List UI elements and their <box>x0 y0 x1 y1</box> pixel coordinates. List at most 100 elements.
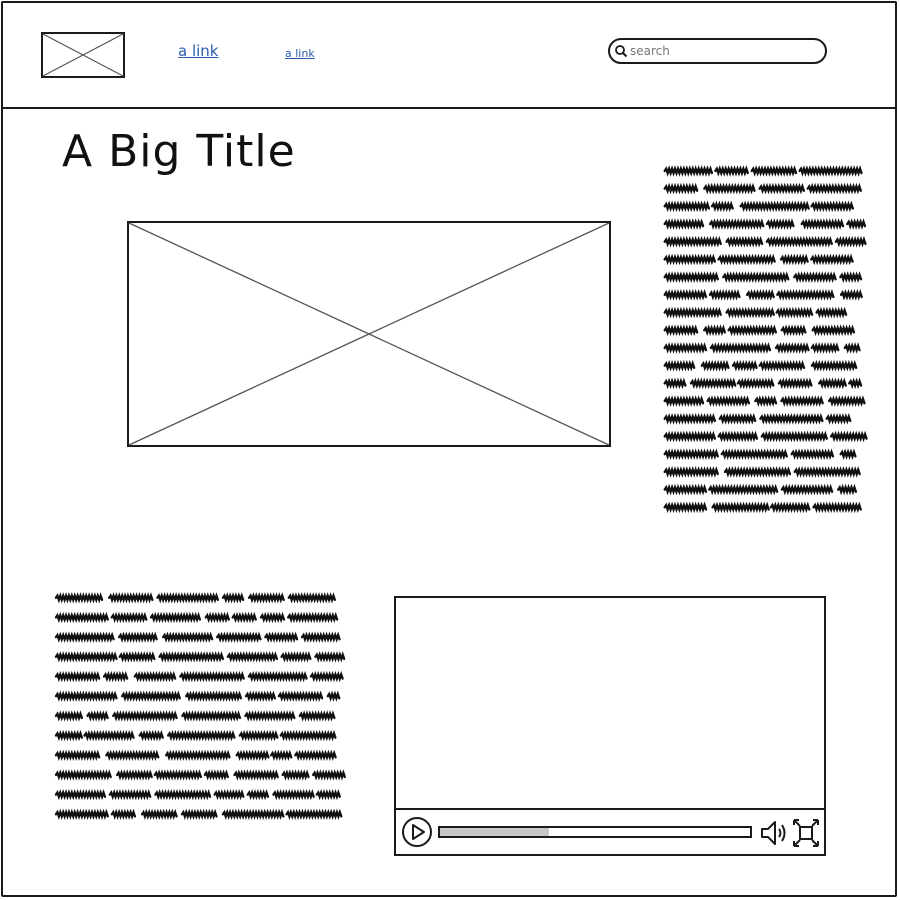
search-input[interactable] <box>628 41 820 61</box>
scribble-word <box>54 690 118 702</box>
scribble-word <box>827 395 866 407</box>
sidebar-text-block <box>663 165 868 514</box>
scribble-word <box>765 235 833 248</box>
scribble-word <box>780 395 824 407</box>
scribble-word <box>710 200 734 213</box>
scribble-word <box>745 289 775 301</box>
scribble-word <box>708 289 741 301</box>
scribble-word <box>706 395 751 407</box>
scribble-word <box>280 651 312 663</box>
scribble-word <box>83 729 135 742</box>
scribble-word <box>846 218 867 230</box>
scribble-word <box>718 412 757 425</box>
scribble-word <box>825 412 852 425</box>
scribble-word <box>244 710 296 722</box>
volume-icon[interactable] <box>759 818 789 848</box>
scribble-word <box>714 165 749 177</box>
scribble-word <box>711 501 770 514</box>
scribble-word <box>703 182 756 195</box>
search-icon <box>615 45 628 58</box>
search-box[interactable] <box>608 38 827 64</box>
scribble-word <box>309 670 344 683</box>
scribble-word <box>231 611 257 624</box>
scribble-word <box>166 729 236 742</box>
scribble-word <box>663 324 699 337</box>
scribble-word <box>663 218 705 230</box>
scribble-word <box>727 324 778 337</box>
scribble-word <box>663 448 719 461</box>
scribble-word <box>314 651 346 663</box>
scribble-word <box>180 808 218 820</box>
scribble-word <box>118 631 158 643</box>
scribble-word <box>700 359 730 372</box>
scribble-word <box>213 788 245 801</box>
scribble-word <box>54 651 118 663</box>
scribble-word <box>800 218 845 230</box>
video-player[interactable] <box>394 596 826 856</box>
scribble-word <box>54 710 84 722</box>
scribble-word <box>663 289 708 301</box>
scribble-word <box>722 271 790 283</box>
scribble-word <box>663 377 687 390</box>
scribble-word <box>663 466 719 478</box>
nav-link-1[interactable]: a link <box>178 42 219 60</box>
scribble-word <box>777 377 813 390</box>
scribble-word <box>815 306 848 319</box>
scribble-word <box>663 271 719 283</box>
scribble-word <box>769 501 811 514</box>
scribble-word <box>663 342 708 354</box>
scribble-word <box>118 651 156 663</box>
logo-placeholder-icon <box>41 32 125 78</box>
scribble-word <box>216 631 262 643</box>
scribble-word <box>279 729 337 742</box>
scribble-word <box>272 788 315 801</box>
scribble-word <box>739 200 810 213</box>
scribble-word <box>54 592 104 604</box>
fullscreen-icon[interactable] <box>793 819 819 847</box>
scribble-word <box>298 710 336 722</box>
scribble-word <box>287 611 339 624</box>
scribble-word <box>810 200 855 213</box>
progress-fill <box>440 828 549 836</box>
scribble-word <box>311 769 346 781</box>
scribble-word <box>269 749 293 761</box>
scribble-word <box>760 430 828 443</box>
scribble-word <box>133 670 177 683</box>
scribble-word <box>285 808 343 820</box>
scribble-word <box>837 483 858 496</box>
scribble-word <box>112 710 178 722</box>
progress-bar[interactable] <box>438 826 752 838</box>
scribble-word <box>810 359 858 372</box>
scribble-word <box>315 788 341 801</box>
scribble-word <box>54 631 115 643</box>
scribble-word <box>54 611 109 624</box>
scribble-word <box>54 729 84 742</box>
scribble-word <box>259 611 286 624</box>
scribble-word <box>810 253 854 266</box>
scribble-word <box>110 808 137 820</box>
scribble-word <box>663 165 714 177</box>
scribble-word <box>689 377 737 390</box>
scribble-word <box>717 430 759 443</box>
scribble-word <box>708 218 765 230</box>
scribble-word <box>161 631 214 643</box>
scribble-word <box>758 182 806 195</box>
scribble-word <box>703 324 727 337</box>
scribble-word <box>806 182 862 195</box>
scribble-word <box>110 611 148 624</box>
scribble-word <box>264 631 299 643</box>
scribble-word <box>775 306 814 319</box>
scribble-word <box>153 769 203 781</box>
scribble-word <box>780 324 807 337</box>
scribble-word <box>158 651 225 663</box>
scribble-word <box>736 377 775 390</box>
scribble-word <box>244 690 276 702</box>
scribble-word <box>54 788 107 801</box>
scribble-word <box>204 611 230 624</box>
play-icon[interactable] <box>401 816 433 848</box>
scribble-word <box>164 749 231 761</box>
scribble-word <box>246 788 270 801</box>
video-controls <box>396 808 824 854</box>
nav-link-2[interactable]: a link <box>285 47 315 60</box>
scribble-word <box>154 788 212 801</box>
